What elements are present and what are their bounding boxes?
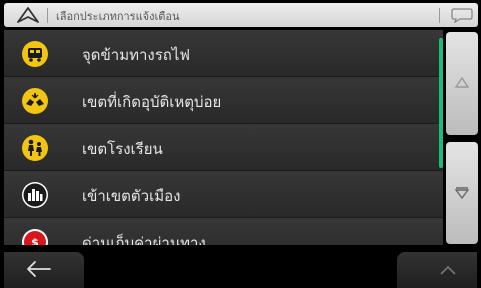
list-item-label: เขตที่เกิดอุบัติเหตุบ่อย <box>82 93 222 111</box>
railway-crossing-icon <box>22 41 48 67</box>
scroll-top-button[interactable] <box>397 252 477 288</box>
scroll-up-button[interactable] <box>446 32 478 135</box>
triangle-up-icon <box>454 76 470 88</box>
scrollbar[interactable] <box>439 38 443 168</box>
list-item[interactable]: เข้าเขตตัวเมือง <box>4 171 443 218</box>
school-zone-icon <box>22 135 48 161</box>
scroll-down-button[interactable] <box>446 142 478 244</box>
navigation-arrow-icon[interactable] <box>16 7 40 23</box>
list-item[interactable]: $ ด่านเก็บค่าผ่านทาง <box>4 218 443 245</box>
header-divider <box>439 8 440 23</box>
header-divider <box>47 8 48 23</box>
triangle-down-icon <box>454 187 470 200</box>
header-bar: เลือกประเภทการแจ้งเตือน <box>4 3 478 27</box>
page-title: เลือกประเภทการแจ้งเตือน <box>56 10 180 23</box>
list-item[interactable]: จุดข้ามทางรถไฟ <box>4 30 443 77</box>
back-arrow-icon <box>27 261 51 277</box>
list-item-label: จุดข้ามทางรถไฟ <box>82 46 191 64</box>
alert-type-list[interactable]: จุดข้ามทางรถไฟ เขตที่เกิดอุบัติเหตุบ่อย … <box>4 30 443 245</box>
accident-zone-icon <box>22 88 48 114</box>
city-limit-icon <box>22 182 48 208</box>
svg-text:$: $ <box>31 236 39 245</box>
speech-bubble-icon[interactable] <box>451 7 473 23</box>
list-item-label: เขตโรงเรียน <box>82 140 163 158</box>
list-item-label: เข้าเขตตัวเมือง <box>82 187 181 205</box>
list-item[interactable]: เขตที่เกิดอุบัติเหตุบ่อย <box>4 77 443 124</box>
back-button[interactable] <box>4 252 84 288</box>
chevron-up-icon <box>440 265 456 275</box>
list-item-label: ด่านเก็บค่าผ่านทาง <box>82 234 206 245</box>
list-item[interactable]: เขตโรงเรียน <box>4 124 443 171</box>
bottom-bar <box>0 246 481 288</box>
toll-booth-icon: $ <box>22 229 48 245</box>
